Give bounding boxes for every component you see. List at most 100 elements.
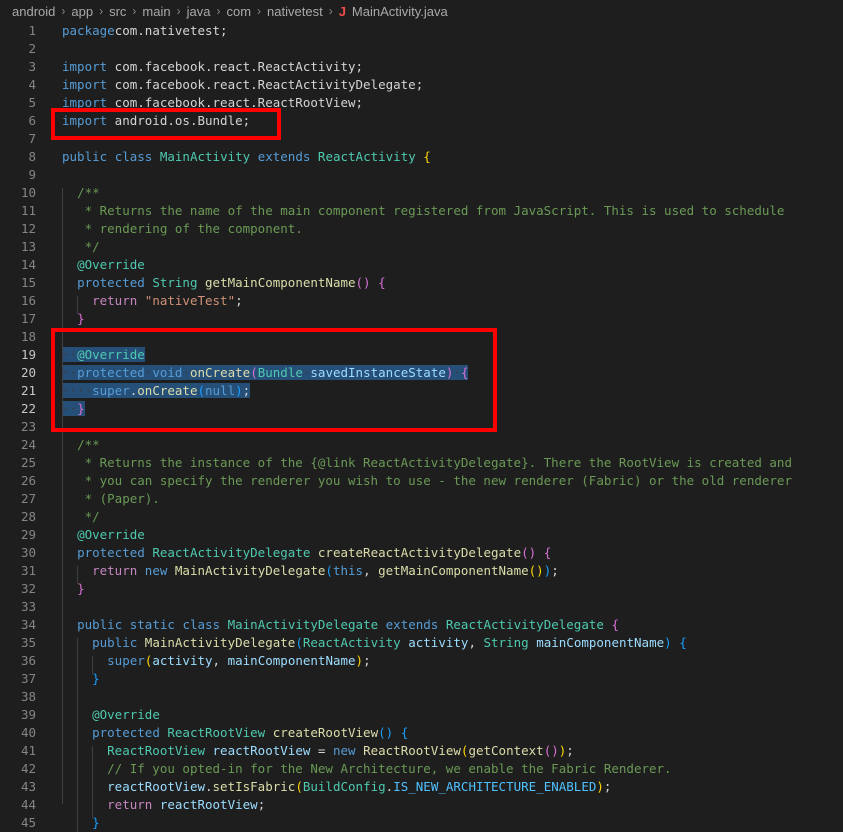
code-token: static <box>129 617 175 632</box>
code-line[interactable]: 13 */ <box>0 238 843 256</box>
code-editor[interactable]: 1 packagecom.nativetest; 2 3 import com.face… <box>0 22 843 832</box>
breadcrumb-item[interactable]: main <box>142 4 170 19</box>
code-token: } <box>77 581 85 596</box>
breadcrumb-item[interactable]: src <box>109 4 126 19</box>
code-line[interactable]: 4 import com.facebook.react.ReactActivity… <box>0 76 843 94</box>
code-text: */ <box>62 238 100 256</box>
code-text: } <box>62 310 85 328</box>
chevron-right-icon: › <box>176 4 181 18</box>
code-line[interactable]: 33 <box>0 598 843 616</box>
code-token: MainActivityDelegate <box>144 635 296 650</box>
code-text: public class MainActivity extends ReactA… <box>62 148 431 166</box>
java-file-icon: J <box>338 3 346 19</box>
code-token: com.facebook.react.ReactActivity; <box>107 59 364 74</box>
code-token: "nativeTest" <box>144 293 236 308</box>
breadcrumb-file[interactable]: MainActivity.java <box>352 4 448 19</box>
code-line[interactable]: 1 packagecom.nativetest; <box>0 22 843 40</box>
chevron-right-icon: › <box>99 4 104 18</box>
code-token: package <box>62 23 115 38</box>
code-token: /** <box>77 437 100 452</box>
line-number: 26 <box>20 473 36 488</box>
line-number: 15 <box>20 275 36 290</box>
line-number: 33 <box>20 599 36 614</box>
code-token: return <box>92 563 138 578</box>
code-line[interactable]: 28 */ <box>0 508 843 526</box>
chevron-right-icon: › <box>328 4 333 18</box>
code-text: } <box>62 814 100 832</box>
line-number: 39 <box>20 707 36 722</box>
code-token: ; <box>235 293 243 308</box>
line-number: 23 <box>20 419 36 434</box>
code-text: // If you opted-in for the New Architect… <box>62 760 671 778</box>
code-line[interactable]: 11 * Returns the name of the main compon… <box>0 202 843 220</box>
code-line[interactable]: 43 reactRootView.setIsFabric(BuildConfig… <box>0 778 843 796</box>
code-text: reactRootView.setIsFabric(BuildConfig.IS… <box>62 778 611 796</box>
line-number: 18 <box>20 329 36 344</box>
code-line[interactable]: 2 <box>0 40 843 58</box>
code-line[interactable]: 34 public static class MainActivityDeleg… <box>0 616 843 634</box>
code-line[interactable]: 12 * rendering of the component. <box>0 220 843 238</box>
code-line[interactable]: 9 <box>0 166 843 184</box>
code-line[interactable]: 15 protected String getMainComponentName… <box>0 274 843 292</box>
breadcrumb-item[interactable]: nativetest <box>267 4 323 19</box>
code-line[interactable]: 35 public MainActivityDelegate(ReactActi… <box>0 634 843 652</box>
breadcrumb-item[interactable]: java <box>187 4 211 19</box>
code-token: protected <box>77 545 145 560</box>
code-text: return "nativeTest"; <box>62 292 243 310</box>
code-line[interactable]: 36 super(activity, mainComponentName); <box>0 652 843 670</box>
code-line[interactable]: 32 } <box>0 580 843 598</box>
code-line[interactable]: 45 } <box>0 814 843 832</box>
code-token: { <box>400 725 409 740</box>
code-line[interactable]: 3 import com.facebook.react.ReactActivity… <box>0 58 843 76</box>
code-line[interactable]: 16 return "nativeTest"; <box>0 292 843 310</box>
code-token: * rendering of the component. <box>84 221 303 236</box>
code-token: super <box>107 653 145 668</box>
code-line[interactable]: 27 * (Paper). <box>0 490 843 508</box>
breadcrumb-item[interactable]: app <box>71 4 93 19</box>
code-line[interactable]: 38 <box>0 688 843 706</box>
code-line[interactable]: 40 protected ReactRootView createRootVie… <box>0 724 843 742</box>
line-number: 12 <box>20 221 36 236</box>
code-line[interactable]: 8 public class MainActivity extends React… <box>0 148 843 166</box>
line-number: 4 <box>28 77 36 92</box>
code-line[interactable]: 44 return reactRootView; <box>0 796 843 814</box>
code-line[interactable]: 30 protected ReactActivityDelegate creat… <box>0 544 843 562</box>
code-line[interactable]: 39 @Override <box>0 706 843 724</box>
code-line[interactable]: 29 @Override <box>0 526 843 544</box>
code-line[interactable]: 14 @Override <box>0 256 843 274</box>
code-line[interactable]: 31 return new MainActivityDelegate(this,… <box>0 562 843 580</box>
code-line[interactable]: 25 * Returns the instance of the {@link … <box>0 454 843 472</box>
code-line[interactable]: 37 } <box>0 670 843 688</box>
line-number: 44 <box>20 797 36 812</box>
code-line[interactable]: 41 ReactRootView reactRootView = new Rea… <box>0 742 843 760</box>
oncreate-box <box>51 328 497 432</box>
code-token: getContext <box>468 743 544 758</box>
line-number: 5 <box>28 95 36 110</box>
code-line[interactable]: 24 /** <box>0 436 843 454</box>
breadcrumb-item[interactable]: com <box>226 4 251 19</box>
code-text: @Override <box>62 526 145 544</box>
code-token: import <box>62 77 108 92</box>
code-text: protected ReactActivityDelegate createRe… <box>62 544 551 562</box>
code-token: protected <box>92 725 160 740</box>
code-line[interactable]: 17 } <box>0 310 843 328</box>
code-line[interactable]: 26 * you can specify the renderer you wi… <box>0 472 843 490</box>
code-token: extends <box>385 617 439 632</box>
breadcrumb-item[interactable]: android <box>12 4 55 19</box>
code-line[interactable]: 10 /** <box>0 184 843 202</box>
chevron-right-icon: › <box>257 4 262 18</box>
code-line[interactable]: 42 // If you opted-in for the New Archit… <box>0 760 843 778</box>
code-token: ReactRootView <box>107 743 205 758</box>
